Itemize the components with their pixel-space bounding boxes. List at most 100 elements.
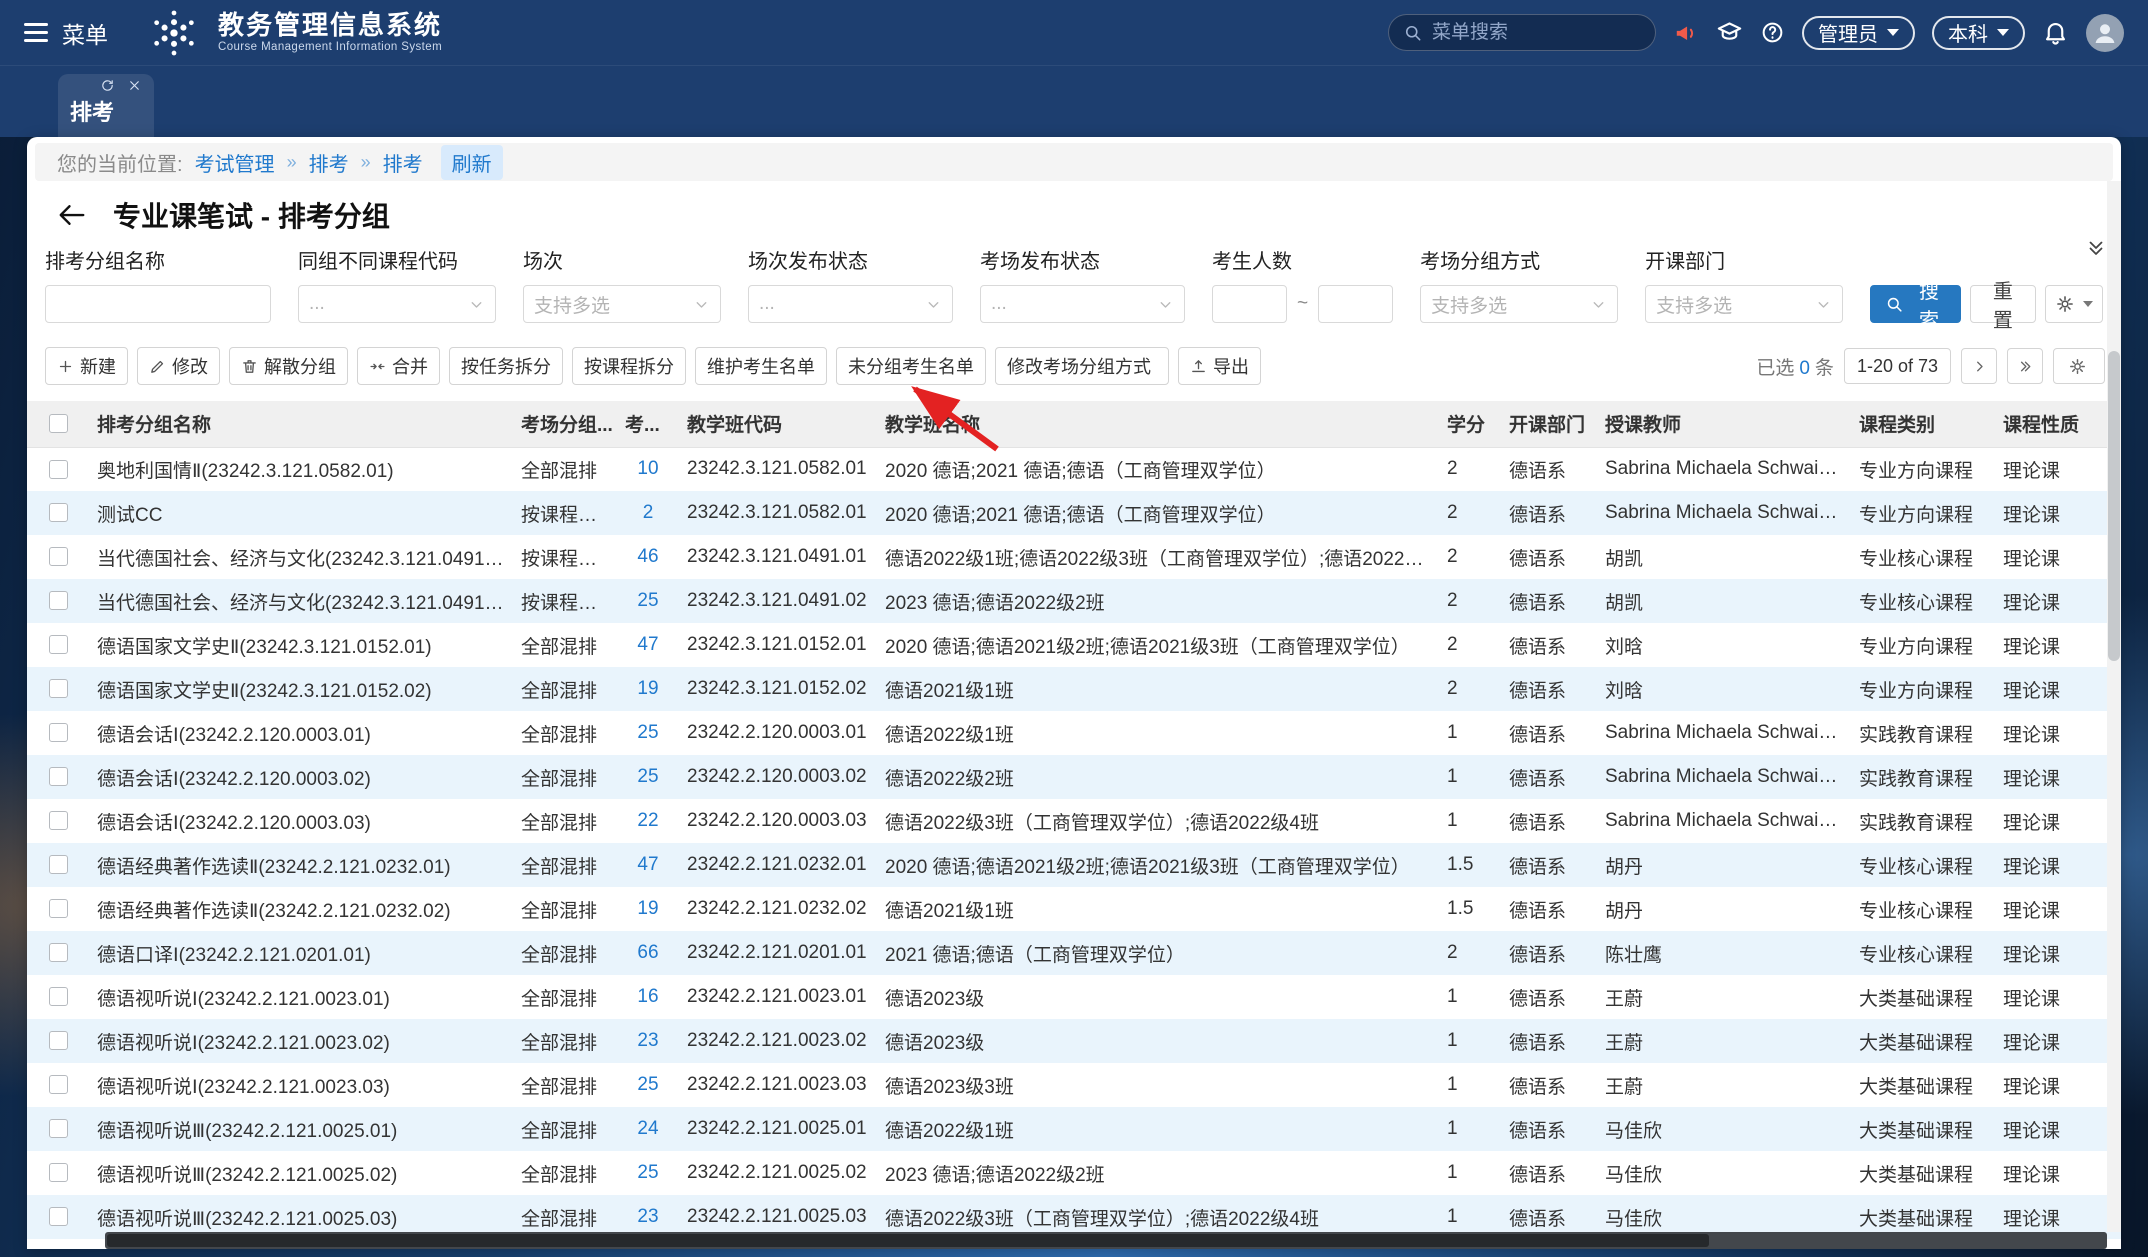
table-row[interactable]: 德语视听说Ⅰ(23242.2.121.0023.03)全部混排2523242.2… [27, 1063, 2121, 1107]
announcement-icon[interactable] [1673, 20, 1699, 46]
breadcrumb-link[interactable]: 排考 [383, 148, 423, 177]
search-button[interactable]: 搜索 [1870, 285, 1961, 323]
student-count-link[interactable]: 2 [643, 502, 654, 523]
table-row[interactable]: 测试CC按课程分组223242.3.121.0582.012020 德语;202… [27, 491, 2121, 535]
vertical-scrollbar-thumb[interactable] [2108, 351, 2120, 661]
last-page-button[interactable] [2007, 348, 2043, 384]
student-count-link[interactable]: 25 [637, 1162, 658, 1183]
help-icon[interactable] [1760, 20, 1785, 45]
table-row[interactable]: 德语视听说Ⅰ(23242.2.121.0023.02)全部混排2323242.2… [27, 1019, 2121, 1063]
horizontal-scrollbar-thumb[interactable] [107, 1234, 1709, 1247]
student-count-link[interactable]: 66 [637, 942, 658, 963]
row-checkbox[interactable] [49, 1207, 68, 1226]
row-checkbox[interactable] [49, 1075, 68, 1094]
table-row[interactable]: 德语视听说Ⅲ(23242.2.121.0025.01)全部混排2423242.2… [27, 1107, 2121, 1151]
row-checkbox[interactable] [49, 1163, 68, 1182]
vertical-scrollbar[interactable] [2107, 181, 2121, 1232]
table-row[interactable]: 德语国家文学史Ⅱ(23242.3.121.0152.02)全部混排1923242… [27, 667, 2121, 711]
filter-select-room-publish-status[interactable]: ... [980, 285, 1185, 323]
table-row[interactable]: 德语会话Ⅰ(23242.2.120.0003.02)全部混排2523242.2.… [27, 755, 2121, 799]
filter-select-department[interactable]: 支持多选 [1645, 285, 1843, 323]
filter-select-room-group-mode[interactable]: 支持多选 [1420, 285, 1618, 323]
select-all-checkbox[interactable] [49, 414, 68, 433]
table-row[interactable]: 德语经典著作选读Ⅱ(23242.2.121.0232.01)全部混排472324… [27, 843, 2121, 887]
row-checkbox[interactable] [49, 943, 68, 962]
table-row[interactable]: 德语会话Ⅰ(23242.2.120.0003.01)全部混排2523242.2.… [27, 711, 2121, 755]
horizontal-scrollbar[interactable] [105, 1232, 2107, 1249]
toolbar-button-disband-group[interactable]: 解散分组 [229, 347, 348, 385]
tab-refresh-icon[interactable] [100, 78, 115, 93]
toolbar-button-change-room-group-mode[interactable]: 修改考场分组方式 [995, 347, 1169, 385]
tab-close-icon[interactable] [127, 78, 142, 93]
level-switch-button[interactable]: 本科 [1932, 16, 2025, 50]
row-checkbox[interactable] [49, 679, 68, 698]
row-checkbox[interactable] [49, 855, 68, 874]
menu-search-box[interactable] [1388, 14, 1656, 51]
tab-exam-arrangement[interactable]: 排考 [58, 74, 154, 137]
student-count-link[interactable]: 19 [637, 898, 658, 919]
student-count-link[interactable]: 25 [637, 590, 658, 611]
table-row[interactable]: 当代德国社会、经济与文化(23242.3.121.0491.01)按课程分组46… [27, 535, 2121, 579]
toolbar-button-export[interactable]: 导出 [1178, 347, 1261, 385]
breadcrumb-link[interactable]: 排考 [309, 148, 349, 177]
row-checkbox[interactable] [49, 460, 68, 479]
toolbar-button-edit[interactable]: 修改 [137, 347, 220, 385]
breadcrumb-refresh-button[interactable]: 刷新 [441, 145, 503, 180]
toolbar-button-split-by-task[interactable]: 按任务拆分 [449, 347, 563, 385]
student-count-link[interactable]: 47 [637, 634, 658, 655]
student-count-link[interactable]: 19 [637, 678, 658, 699]
row-checkbox[interactable] [49, 547, 68, 566]
filter-select-same-group-diff-course-code[interactable]: ... [298, 285, 496, 323]
row-checkbox[interactable] [49, 503, 68, 522]
reset-button[interactable]: 重置 [1970, 285, 2036, 323]
student-count-link[interactable]: 23 [637, 1206, 658, 1227]
table-row[interactable]: 德语视听说Ⅲ(23242.2.121.0025.02)全部混排2523242.2… [27, 1151, 2121, 1195]
student-count-link[interactable]: 22 [637, 810, 658, 831]
table-row[interactable]: 德语会话Ⅰ(23242.2.120.0003.03)全部混排2223242.2.… [27, 799, 2121, 843]
table-row[interactable]: 德语国家文学史Ⅱ(23242.3.121.0152.01)全部混排4723242… [27, 623, 2121, 667]
table-row[interactable]: 德语视听说Ⅰ(23242.2.121.0023.01)全部混排1623242.2… [27, 975, 2121, 1019]
student-count-link[interactable]: 25 [637, 722, 658, 743]
role-switch-button[interactable]: 管理员 [1802, 16, 1915, 50]
row-checkbox[interactable] [49, 1031, 68, 1050]
page-range-box[interactable]: 1-20 of 73 [1844, 348, 1951, 384]
next-page-button[interactable] [1961, 348, 1997, 384]
toolbar-button-create[interactable]: 新建 [45, 347, 128, 385]
row-checkbox[interactable] [49, 899, 68, 918]
filter-input-student-count-max[interactable] [1318, 285, 1393, 323]
filter-select-session-publish-status[interactable]: ... [748, 285, 953, 323]
row-checkbox[interactable] [49, 723, 68, 742]
table-row[interactable]: 当代德国社会、经济与文化(23242.3.121.0491.02)按课程分组25… [27, 579, 2121, 623]
student-count-link[interactable]: 46 [637, 546, 658, 567]
table-row[interactable]: 奥地利国情Ⅱ(23242.3.121.0582.01)全部混排1023242.3… [27, 447, 2121, 491]
row-checkbox[interactable] [49, 767, 68, 786]
toolbar-button-split-by-course[interactable]: 按课程拆分 [572, 347, 686, 385]
filter-input-student-count-min[interactable] [1212, 285, 1287, 323]
collapse-filters-icon[interactable] [2085, 237, 2107, 259]
table-row[interactable]: 德语口译Ⅰ(23242.2.121.0201.01)全部混排6623242.2.… [27, 931, 2121, 975]
toolbar-button-ungrouped-student-list[interactable]: 未分组考生名单 [836, 347, 986, 385]
hamburger-menu-icon[interactable] [24, 23, 48, 42]
row-checkbox[interactable] [49, 591, 68, 610]
menu-label[interactable]: 菜单 [62, 16, 108, 50]
bell-icon[interactable] [2042, 19, 2069, 46]
row-checkbox[interactable] [49, 987, 68, 1006]
row-checkbox[interactable] [49, 811, 68, 830]
student-count-link[interactable]: 25 [637, 1074, 658, 1095]
filter-settings-button[interactable] [2045, 285, 2103, 323]
filter-input-group-name[interactable] [45, 285, 271, 323]
filter-select-session[interactable]: 支持多选 [523, 285, 721, 323]
toolbar-button-maintain-student-list[interactable]: 维护考生名单 [695, 347, 827, 385]
student-count-link[interactable]: 47 [637, 854, 658, 875]
row-checkbox[interactable] [49, 635, 68, 654]
graduation-cap-icon[interactable] [1716, 19, 1743, 46]
back-arrow-icon[interactable] [57, 200, 87, 230]
student-count-link[interactable]: 25 [637, 766, 658, 787]
user-avatar[interactable] [2086, 14, 2124, 52]
menu-search-input[interactable] [1432, 22, 1641, 44]
table-row[interactable]: 德语经典著作选读Ⅱ(23242.2.121.0232.02)全部混排192324… [27, 887, 2121, 931]
student-count-link[interactable]: 24 [637, 1118, 658, 1139]
student-count-link[interactable]: 23 [637, 1030, 658, 1051]
toolbar-button-merge[interactable]: 合并 [357, 347, 440, 385]
student-count-link[interactable]: 10 [637, 458, 658, 479]
